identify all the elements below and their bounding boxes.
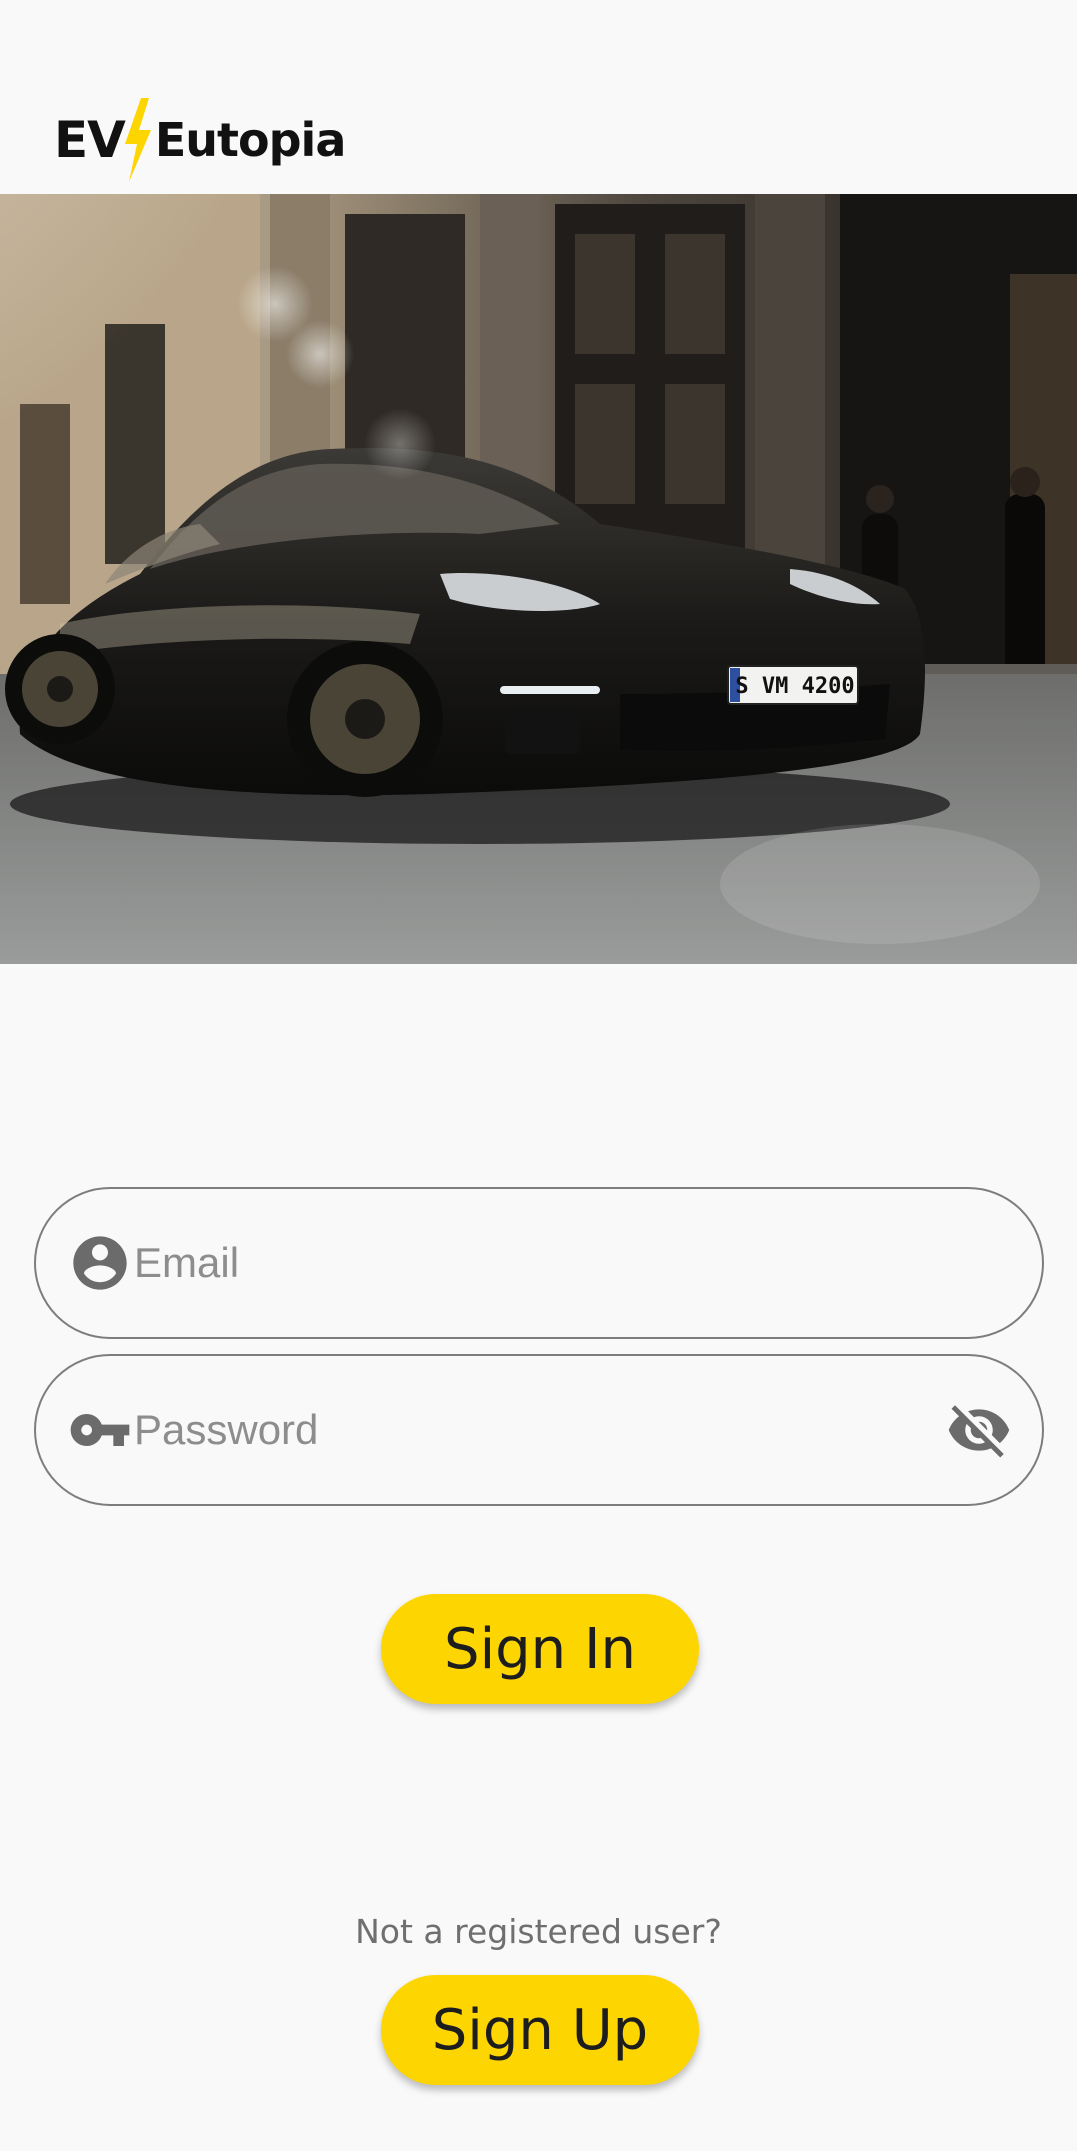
hero-car-image: S VM 4200 [0,194,1077,964]
password-input[interactable] [132,1390,946,1470]
visibility-off-icon[interactable] [946,1397,1012,1463]
hero-illustration: S VM 4200 [0,194,1077,964]
password-field[interactable] [34,1354,1044,1506]
account-circle-icon [73,1236,127,1290]
logo-ev-text: EV [54,111,126,169]
license-plate-text: S VM 4200 [735,674,854,699]
email-field[interactable] [34,1187,1044,1339]
sign-in-button[interactable]: Sign In [381,1594,699,1704]
login-screen: EV Eutopia S VM 4200 Email Sign In Not a… [0,0,1077,2151]
sign-up-button[interactable]: Sign Up [381,1975,699,2085]
lightning-bolt-icon [124,98,151,182]
signup-prompt-text: Not a registered user? [355,1912,722,1951]
logo-name-text: Eutopia [154,113,346,167]
key-icon [70,1414,130,1446]
app-header: EV Eutopia [0,0,1077,194]
app-logo: EV Eutopia [54,98,346,182]
email-input[interactable] [132,1223,1042,1303]
